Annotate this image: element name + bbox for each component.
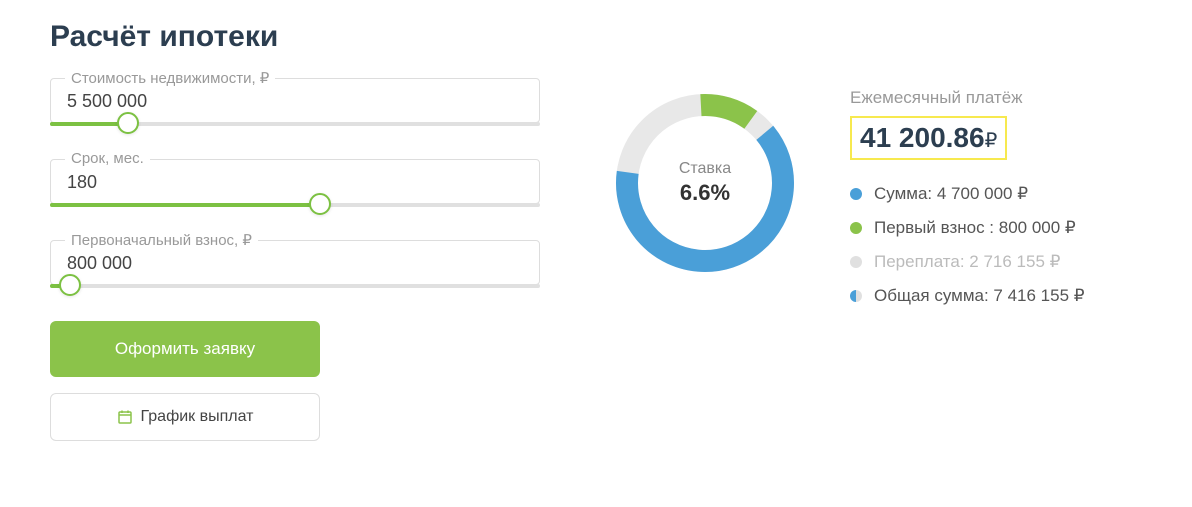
rate-label: Ставка: [679, 160, 731, 178]
legend-item: Переплата: 2 716 155 ₽: [850, 252, 1130, 272]
downpayment-group: Первоначальный взнос, ₽: [50, 240, 540, 289]
downpayment-box: Первоначальный взнос, ₽: [50, 240, 540, 285]
calculator-container: Стоимость недвижимости, ₽ Срок, мес.: [50, 78, 1142, 441]
term-slider[interactable]: [50, 202, 540, 208]
property-price-handle[interactable]: [117, 112, 139, 134]
calendar-icon: [117, 409, 133, 425]
legend-dot: [850, 290, 862, 302]
legend-dot: [850, 256, 862, 268]
property-price-slider[interactable]: [50, 121, 540, 127]
monthly-payment-label: Ежемесячный платёж: [850, 88, 1130, 108]
legend-item: Первый взнос : 800 000 ₽: [850, 218, 1130, 238]
property-price-input[interactable]: [67, 87, 523, 112]
downpayment-handle[interactable]: [59, 274, 81, 296]
legend-text: Сумма: 4 700 000 ₽: [874, 184, 1028, 204]
legend-text: Переплата: 2 716 155 ₽: [874, 252, 1060, 272]
legend-text: Первый взнос : 800 000 ₽: [874, 218, 1076, 238]
downpayment-label: Первоначальный взнос, ₽: [65, 231, 258, 249]
schedule-button-label: График выплат: [141, 408, 254, 426]
donut-center: Ставка 6.6%: [679, 160, 731, 206]
legend-item: Общая сумма: 7 416 155 ₽: [850, 286, 1130, 306]
downpayment-input[interactable]: [67, 249, 523, 274]
summary-panel: Ежемесячный платёж 41 200.86₽ Сумма: 4 7…: [850, 88, 1130, 320]
term-box: Срок, мес.: [50, 159, 540, 204]
apply-button[interactable]: Оформить заявку: [50, 321, 320, 377]
property-price-label: Стоимость недвижимости, ₽: [65, 69, 275, 87]
page-title: Расчёт ипотеки: [50, 20, 1142, 54]
monthly-payment-value: 41 200.86₽: [850, 116, 1007, 160]
downpayment-slider[interactable]: [50, 283, 540, 289]
property-price-group: Стоимость недвижимости, ₽: [50, 78, 540, 127]
legend-text: Общая сумма: 7 416 155 ₽: [874, 286, 1085, 306]
results-panel: Ставка 6.6% Ежемесячный платёж 41 200.86…: [610, 78, 1130, 441]
inputs-panel: Стоимость недвижимости, ₽ Срок, мес.: [50, 78, 540, 441]
legend-dot: [850, 222, 862, 234]
legend-item: Сумма: 4 700 000 ₽: [850, 184, 1130, 204]
legend-list: Сумма: 4 700 000 ₽ Первый взнос : 800 000…: [850, 184, 1130, 306]
term-group: Срок, мес.: [50, 159, 540, 208]
rate-donut: Ставка 6.6%: [610, 88, 800, 278]
legend-dot: [850, 188, 862, 200]
term-label: Срок, мес.: [65, 150, 150, 167]
term-input[interactable]: [67, 168, 523, 193]
term-handle[interactable]: [309, 193, 331, 215]
schedule-button[interactable]: График выплат: [50, 393, 320, 441]
rate-value: 6.6%: [679, 180, 731, 206]
